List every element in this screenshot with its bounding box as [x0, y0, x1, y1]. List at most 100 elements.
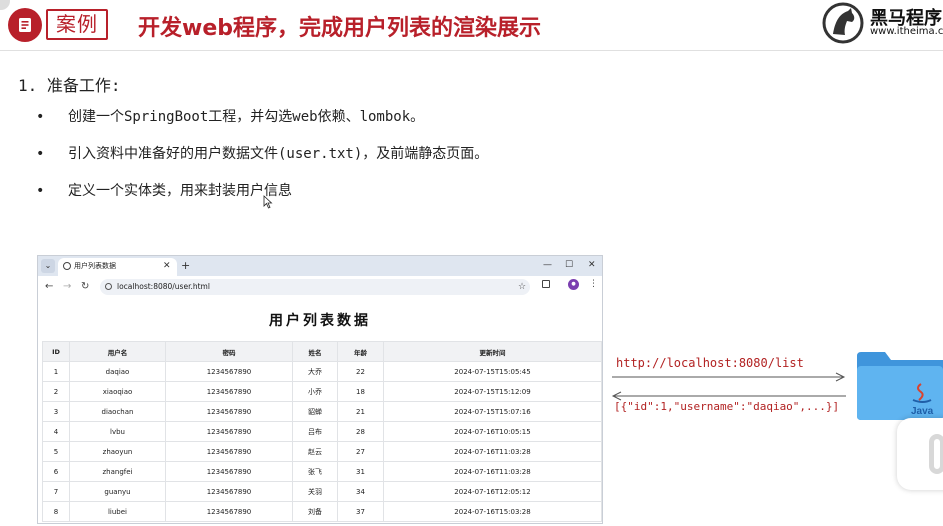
table-cell: 小乔 — [292, 381, 338, 402]
table-row: 6 zhangfei 1234567890 张飞 31 2024-07-16T1… — [42, 461, 602, 482]
table-cell: 34 — [337, 481, 384, 502]
table-cell: 2024-07-16T15:03:28 — [383, 501, 602, 522]
bullet-marker: • — [36, 109, 45, 125]
bullet-text: 定义一个实体类，用来封装用户信息 — [68, 183, 292, 199]
table-cell: 3 — [42, 401, 70, 422]
table-row: 1 daqiao 1234567890 大乔 22 2024-07-15T15:… — [42, 361, 602, 382]
slide-title: 开发web程序，完成用户列表的渲染展示 — [138, 16, 541, 41]
request-url: http://localhost:8080/list — [616, 356, 804, 370]
globe-icon — [63, 262, 71, 270]
mouse-cursor-icon — [263, 195, 273, 209]
table-cell: 2024-07-15T15:05:45 — [383, 361, 602, 382]
table-cell: 2024-07-15T15:07:16 — [383, 401, 602, 422]
bullet-text: 创建一个SpringBoot工程，并勾选web依赖、lombok。 — [68, 109, 425, 125]
table-cell: 22 — [337, 361, 384, 382]
table-cell: 2024-07-16T11:03:28 — [383, 441, 602, 462]
table-cell: 刘备 — [292, 501, 338, 522]
request-response-diagram: http://localhost:8080/list [{"id":1,"use… — [600, 340, 943, 526]
column-header: ID — [42, 341, 70, 362]
table-cell: 张飞 — [292, 461, 338, 482]
table-cell: 37 — [337, 501, 384, 522]
table-cell: 8 — [42, 501, 70, 522]
table-cell: 1234567890 — [165, 381, 293, 402]
table-cell: 27 — [337, 441, 384, 462]
corner-decoration — [0, 0, 10, 10]
horse-logo-icon — [822, 2, 864, 44]
slide-header: 案例 开发web程序，完成用户列表的渲染展示 黑马程序 www.itheima.… — [0, 0, 943, 52]
bullet-marker: • — [36, 183, 45, 199]
maximize-icon[interactable]: ☐ — [565, 259, 573, 272]
table-cell: 7 — [42, 481, 70, 502]
table-cell: zhangfei — [69, 461, 166, 482]
close-tab-icon[interactable]: ✕ — [163, 260, 171, 272]
table-cell: 关羽 — [292, 481, 338, 502]
bookmark-star-icon[interactable]: ☆ — [518, 280, 526, 294]
table-cell: 2024-07-16T10:05:15 — [383, 421, 602, 442]
table-row: 2 xiaoqiao 1234567890 小乔 18 2024-07-15T1… — [42, 381, 602, 402]
table-cell: zhaoyun — [69, 441, 166, 462]
table-row: 8 liubei 1234567890 刘备 37 2024-07-16T15:… — [42, 501, 602, 522]
browser-window: ⌄ 用户列表数据 ✕ + — ☐ ✕ ← → ↻ localhost:8080/… — [37, 255, 603, 524]
tab-title: 用户列表数据 — [74, 262, 116, 270]
column-header: 用户名 — [69, 341, 166, 362]
table-header-row: ID 用户名 密码 姓名 年龄 更新时间 — [42, 341, 602, 362]
table-cell: 4 — [42, 421, 70, 442]
close-window-icon[interactable]: ✕ — [588, 259, 596, 272]
tab-strip: ⌄ 用户列表数据 ✕ + — ☐ ✕ — [38, 256, 602, 276]
case-icon — [8, 8, 42, 42]
java-label: Java — [911, 406, 934, 417]
table-cell: 5 — [42, 441, 70, 462]
address-bar-row: ← → ↻ localhost:8080/user.html ☆ ● ⋮ — [38, 276, 602, 299]
table-cell: 21 — [337, 401, 384, 422]
bullet-marker: • — [36, 146, 45, 162]
table-row: 3 diaochan 1234567890 貂蝉 21 2024-07-15T1… — [42, 401, 602, 422]
back-icon[interactable]: ← — [45, 280, 53, 293]
table-cell: 2024-07-15T15:12:09 — [383, 381, 602, 402]
profile-avatar[interactable]: ● — [568, 279, 579, 290]
table-cell: 1234567890 — [165, 421, 293, 442]
column-header: 年龄 — [337, 341, 384, 362]
browser-tab[interactable]: 用户列表数据 ✕ — [58, 258, 177, 276]
section-heading: 1. 准备工作: — [18, 76, 121, 95]
minimize-icon[interactable]: — — [543, 259, 552, 272]
table-cell: 1234567890 — [165, 501, 293, 522]
table-row: 7 guanyu 1234567890 关羽 34 2024-07-16T12:… — [42, 481, 602, 502]
table-cell: 1234567890 — [165, 361, 293, 382]
table-cell: 18 — [337, 381, 384, 402]
column-header: 姓名 — [292, 341, 338, 362]
table-cell: 赵云 — [292, 441, 338, 462]
url-field[interactable]: localhost:8080/user.html ☆ — [100, 279, 530, 295]
table-cell: 1234567890 — [165, 441, 293, 462]
new-tab-button[interactable]: + — [181, 259, 190, 272]
bullet-text: 引入资料中准备好的用户数据文件(user.txt)，及前端静态页面。 — [68, 146, 489, 162]
table-cell: diaochan — [69, 401, 166, 422]
floating-widget[interactable] — [897, 418, 943, 490]
column-header: 密码 — [165, 341, 293, 362]
table-cell: lvbu — [69, 421, 166, 442]
table-cell: 吕布 — [292, 421, 338, 442]
table-cell: 2024-07-16T11:03:28 — [383, 461, 602, 482]
column-header: 更新时间 — [383, 341, 602, 362]
table-row: 4 lvbu 1234567890 吕布 28 2024-07-16T10:05… — [42, 421, 602, 442]
user-table: ID 用户名 密码 姓名 年龄 更新时间 1 daqiao 1234567890… — [42, 341, 602, 522]
table-cell: guanyu — [69, 481, 166, 502]
table-cell: 2024-07-16T12:05:12 — [383, 481, 602, 502]
browser-menu-icon[interactable]: ⋮ — [589, 278, 598, 291]
table-cell: 31 — [337, 461, 384, 482]
tab-search-button[interactable]: ⌄ — [41, 259, 55, 273]
table-cell: 大乔 — [292, 361, 338, 382]
widget-glyph — [929, 434, 943, 474]
java-folder-icon: Java — [857, 352, 943, 420]
page-content: 用户列表数据 ID 用户名 密码 姓名 年龄 更新时间 1 daqiao 123… — [38, 298, 602, 523]
url-text[interactable]: localhost:8080/user.html — [117, 280, 210, 294]
extensions-icon[interactable] — [542, 280, 550, 288]
table-cell: 1 — [42, 361, 70, 382]
table-cell: 1234567890 — [165, 481, 293, 502]
forward-icon[interactable]: → — [63, 280, 71, 293]
header-divider — [0, 50, 943, 51]
reload-icon[interactable]: ↻ — [81, 280, 89, 293]
table-cell: 1234567890 — [165, 461, 293, 482]
table-cell: 28 — [337, 421, 384, 442]
table-cell: 6 — [42, 461, 70, 482]
site-info-icon[interactable] — [105, 283, 112, 290]
